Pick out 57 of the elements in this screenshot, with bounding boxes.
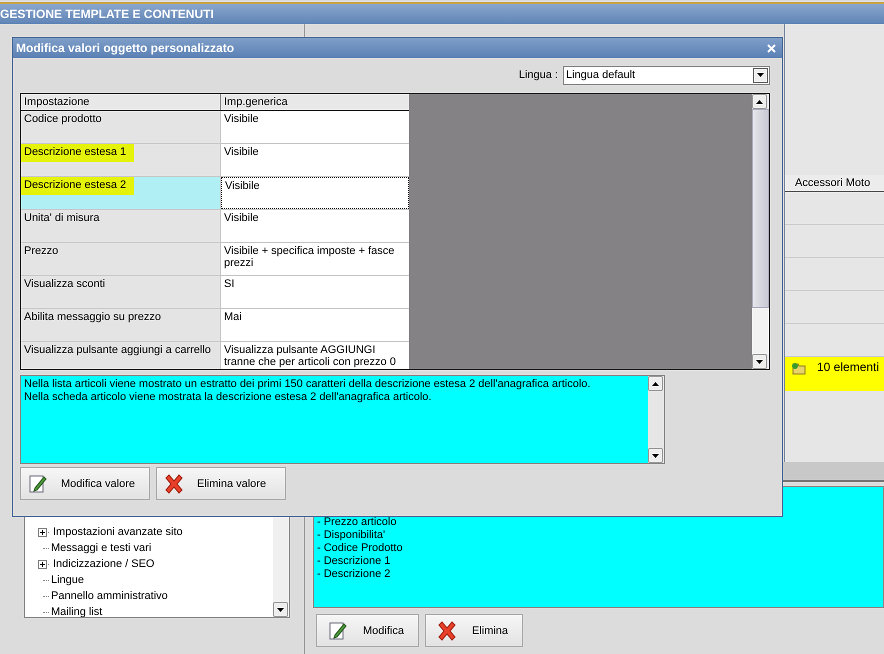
folder-icon [791, 360, 807, 376]
tree-item[interactable]: Impostazioni avanzate sito [53, 526, 183, 538]
column-header[interactable]: Accessori Moto [785, 175, 884, 192]
info-line: - Descrizione 1 [317, 555, 392, 568]
scroll-down-icon[interactable] [273, 602, 288, 617]
scrollbar-thumb[interactable] [752, 109, 769, 308]
info-line: - Codice Prodotto [317, 542, 404, 555]
table-cell[interactable]: Visibile [221, 144, 409, 176]
language-label: Lingua : [518, 69, 558, 81]
scroll-down-icon[interactable] [648, 448, 663, 463]
edit-button[interactable]: Modifica [316, 614, 419, 647]
table-cell[interactable]: Visibile [221, 111, 409, 143]
column-header[interactable]: Impostazione [21, 94, 221, 110]
table-cell[interactable]: Descrizione estesa 1 [21, 144, 221, 176]
tree-item[interactable]: Messaggi e testi vari [51, 542, 152, 554]
pencil-icon [27, 472, 49, 494]
summary-text: 10 elementi [817, 360, 880, 374]
expand-icon[interactable] [38, 560, 47, 568]
delete-button[interactable]: Elimina valore [156, 467, 286, 500]
tree-item[interactable]: Pannello amministrativo [51, 590, 168, 602]
cross-icon [436, 620, 458, 642]
table-cell[interactable]: Unita' di misura [21, 210, 221, 242]
tree-item[interactable]: Indicizzazione / SEO [53, 558, 154, 570]
expand-icon[interactable] [38, 528, 47, 536]
close-icon[interactable] [767, 44, 776, 52]
scroll-up-icon[interactable] [648, 376, 663, 391]
edit-button[interactable]: Modifica valore [20, 467, 150, 500]
table-cell[interactable]: Visibile [221, 177, 409, 209]
delete-button[interactable]: Elimina [424, 614, 524, 647]
dialog-title: Modifica valori oggetto personalizzato [16, 41, 234, 55]
info-line: - Prezzo articolo [317, 516, 398, 529]
info-line: - Descrizione 2 [317, 568, 392, 581]
scroll-up-icon[interactable] [752, 94, 767, 109]
description-text-area[interactable] [20, 375, 665, 464]
table-cell[interactable]: SI [221, 276, 409, 308]
cross-icon [163, 472, 185, 494]
pencil-icon [327, 620, 349, 642]
column-header[interactable]: Imp.generica [221, 94, 288, 110]
table-cell[interactable]: Descrizione estesa 2 [21, 177, 221, 209]
description-line: Nella scheda articolo viene mostrata la descrizione estesa 2 dell'anagrafica articolo. [24, 391, 432, 404]
table-cell[interactable]: Visibile [221, 210, 409, 242]
table-cell[interactable]: Visibile + specifica imposte + fasce prezzi [221, 243, 409, 275]
table-cell[interactable]: Codice prodotto [21, 111, 221, 143]
scroll-down-icon[interactable] [752, 354, 767, 369]
table-cell[interactable]: Abilita messaggio su prezzo [21, 309, 221, 341]
info-line: - Disponibilita' [317, 529, 386, 542]
summary-row[interactable]: 10 elementi [785, 357, 884, 391]
table-cell[interactable]: Prezzo [21, 243, 221, 275]
app-title: GESTIONE TEMPLATE E CONTENUTI [0, 7, 214, 21]
language-dropdown[interactable]: Lingua default [563, 66, 770, 84]
table-cell[interactable]: Mai [221, 309, 409, 341]
table-cell[interactable]: Visualizza pulsante aggiungi a carrello [21, 342, 221, 369]
description-line: Nella lista articoli viene mostrato un estratto dei primi 150 caratteri della descrizione estesa 2 dell'anagrafica articolo. [24, 378, 592, 391]
table-cell[interactable]: Visualizza sconti [21, 276, 221, 308]
tree-item[interactable]: Mailing list [51, 606, 102, 618]
table-cell[interactable]: Visualizza pulsante AGGIUNGI tranne che per articoli con prezzo 0 [221, 342, 409, 369]
tree-item[interactable]: Lingue [51, 574, 84, 586]
